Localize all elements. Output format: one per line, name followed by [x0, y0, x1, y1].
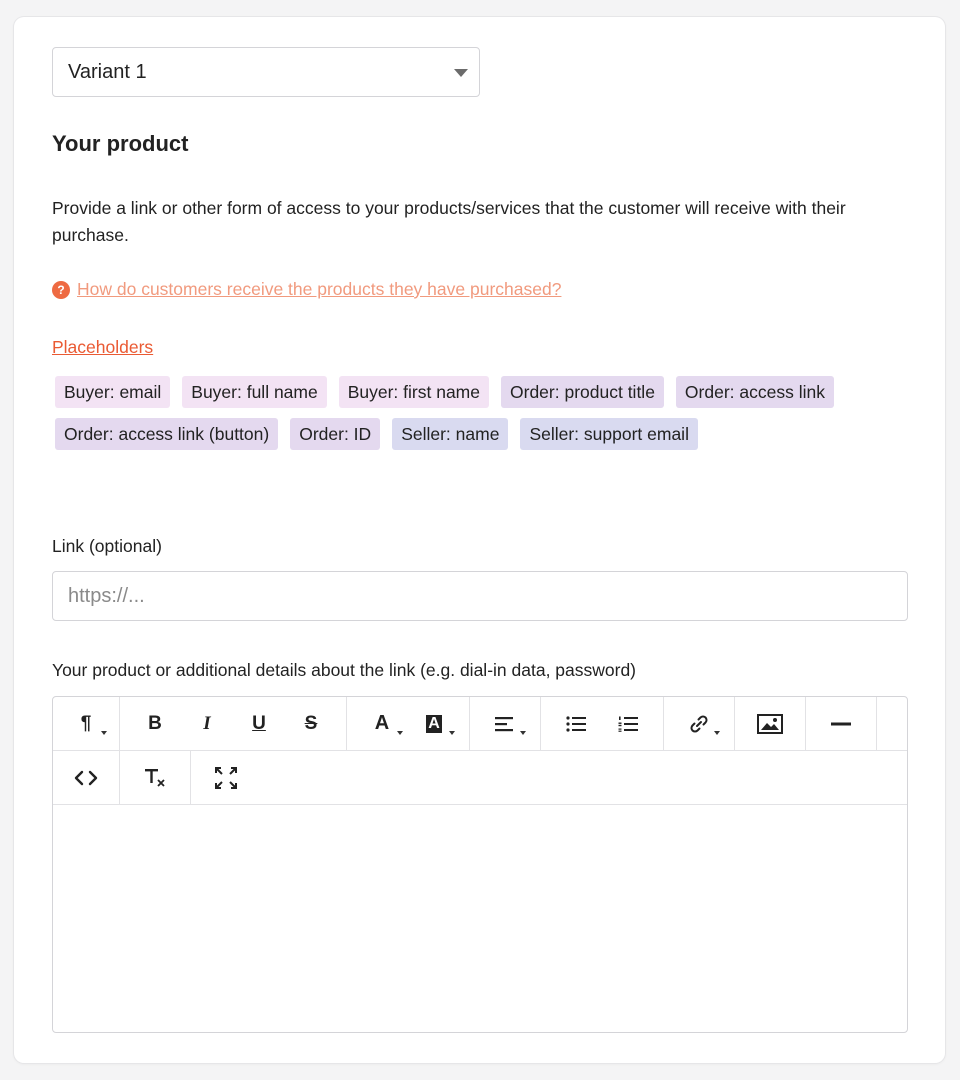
highlight-color-icon: A — [426, 714, 442, 733]
editor-toolbar-row-1: ¶ B I U S A A — [53, 697, 907, 751]
bold-button[interactable]: B — [132, 704, 178, 744]
paragraph-format-button[interactable]: ¶ — [63, 704, 109, 744]
italic-icon: I — [203, 712, 211, 734]
question-icon: ? — [52, 280, 70, 299]
font-color-icon: A — [374, 712, 390, 734]
placeholder-chip[interactable]: Seller: support email — [520, 418, 698, 450]
link-icon — [690, 714, 708, 733]
caret-down-icon — [397, 730, 403, 735]
italic-button[interactable]: I — [184, 704, 230, 744]
section-title: Your product — [52, 131, 189, 156]
horizontal-rule-button[interactable] — [818, 704, 864, 744]
placeholder-chip[interactable]: Buyer: full name — [182, 376, 327, 408]
code-view-button[interactable] — [63, 758, 109, 798]
align-button[interactable] — [482, 704, 528, 744]
paragraph-icon: ¶ — [80, 712, 92, 734]
link-input[interactable] — [52, 571, 908, 621]
toolbar-group-text-style: B I U S — [120, 697, 347, 750]
align-left-icon — [495, 716, 513, 731]
bullet-list-icon — [566, 715, 586, 732]
toolbar-group-image — [735, 697, 806, 750]
editor-content-area[interactable] — [53, 805, 907, 1032]
help-row: ? How do customers receive the products … — [52, 279, 561, 300]
fullscreen-button[interactable] — [203, 758, 249, 798]
underline-button[interactable]: U — [236, 704, 282, 744]
clear-formatting-button[interactable] — [132, 758, 178, 798]
bullet-list-button[interactable] — [553, 704, 599, 744]
clear-formatting-icon — [145, 768, 165, 787]
strikethrough-icon: S — [304, 712, 318, 734]
variant-select[interactable]: Variant 1 — [52, 47, 480, 97]
editor-toolbar-row-2 — [53, 751, 907, 805]
underline-icon: U — [252, 712, 266, 734]
placeholder-chip[interactable]: Order: access link (button) — [55, 418, 279, 450]
numbered-list-button[interactable] — [605, 704, 651, 744]
toolbar-group-lists — [541, 697, 664, 750]
toolbar-group-paragraph: ¶ — [53, 697, 120, 750]
rich-text-editor: ¶ B I U S A A — [52, 696, 908, 1033]
code-icon — [74, 770, 98, 785]
toolbar-group-clear — [120, 751, 191, 804]
caret-down-icon — [449, 730, 455, 735]
toolbar-group-hr — [806, 697, 877, 750]
help-link[interactable]: How do customers receive the products th… — [77, 279, 561, 300]
insert-image-button[interactable] — [747, 704, 793, 744]
placeholder-chip[interactable]: Order: product title — [501, 376, 664, 408]
bold-icon: B — [148, 712, 162, 734]
fullscreen-icon — [215, 766, 237, 789]
section-description: Provide a link or other form of access t… — [52, 198, 846, 245]
toolbar-group-code — [53, 751, 120, 804]
toolbar-group-link — [664, 697, 735, 750]
placeholder-chip[interactable]: Order: access link — [675, 376, 834, 408]
font-color-button[interactable]: A — [359, 704, 405, 744]
toolbar-group-fullscreen — [191, 751, 261, 804]
caret-down-icon — [714, 730, 720, 735]
toolbar-group-colors: A A — [347, 697, 470, 750]
numbered-list-icon — [618, 716, 638, 732]
strikethrough-button[interactable]: S — [288, 704, 334, 744]
product-card: Variant 1 Your product Provide a link or… — [14, 17, 945, 1063]
highlight-color-button[interactable]: A — [411, 704, 457, 744]
image-icon — [757, 713, 783, 734]
variant-select-value: Variant 1 — [68, 60, 147, 83]
placeholders-link[interactable]: Placeholders — [52, 337, 153, 358]
toolbar-group-align — [470, 697, 541, 750]
caret-down-icon — [101, 730, 107, 735]
details-field-label: Your product or additional details about… — [52, 660, 637, 680]
placeholder-chips: Buyer: email Buyer: full name Buyer: fir… — [55, 376, 915, 450]
horizontal-line-icon — [831, 722, 851, 725]
placeholder-chip[interactable]: Seller: name — [392, 418, 509, 450]
caret-down-icon — [520, 730, 526, 735]
chevron-down-icon — [454, 69, 468, 77]
placeholder-chip[interactable]: Buyer: first name — [338, 376, 489, 408]
link-field-label: Link (optional) — [52, 536, 162, 556]
placeholder-chip[interactable]: Order: ID — [290, 418, 381, 450]
placeholder-chip[interactable]: Buyer: email — [55, 376, 171, 408]
insert-link-button[interactable] — [676, 704, 722, 744]
